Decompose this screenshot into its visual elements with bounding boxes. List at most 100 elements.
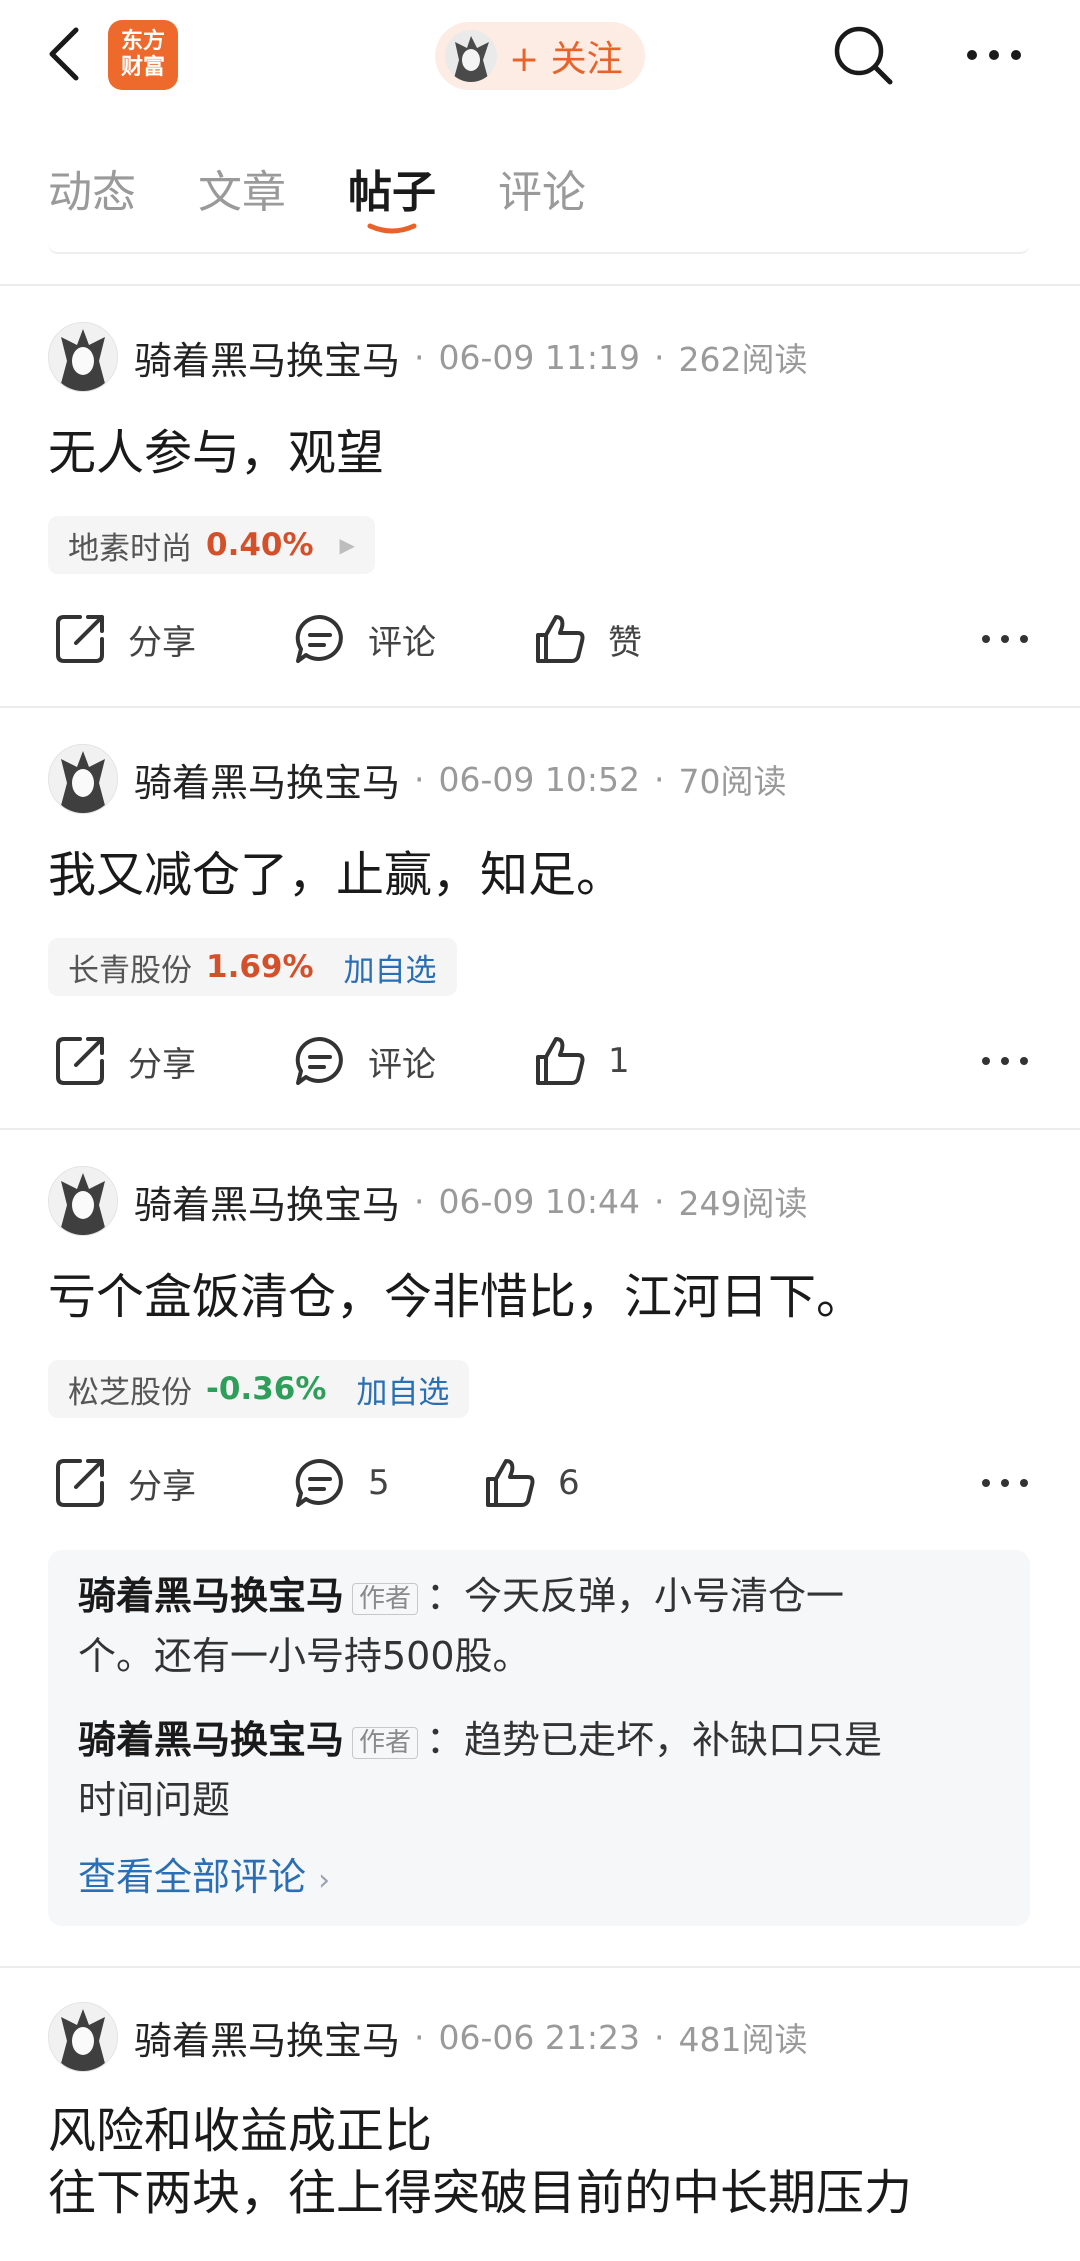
post-content[interactable]: 我又减仓了，止赢，知足。: [48, 844, 624, 906]
post-content-line1[interactable]: 风险和收益成正比: [48, 2100, 432, 2162]
share-label: 分享: [128, 1466, 196, 1507]
comment-text-line2: 时间问题: [78, 1778, 231, 1822]
meta-dot: ·: [414, 759, 425, 799]
comment-item[interactable]: 骑着黑马换宝马 作者 ：今天反弹，小号清仓一 个。还有一小号持500股。: [78, 1566, 998, 1686]
action-bar: 分享 评论 1: [0, 1026, 1080, 1096]
stock-tag[interactable]: 地素时尚 0.40% ▶: [48, 516, 375, 574]
share-button[interactable]: 分享: [52, 1026, 196, 1096]
avatar[interactable]: [48, 322, 118, 392]
post-time: 06-09 10:52: [438, 759, 640, 799]
like-button[interactable]: 6: [482, 1448, 580, 1518]
author-name[interactable]: 骑着黑马换宝马: [134, 752, 400, 807]
search-icon[interactable]: [830, 22, 896, 88]
comment-item[interactable]: 骑着黑马换宝马 作者 ：趋势已走坏，补缺口只是 时间问题: [78, 1710, 998, 1830]
read-count: 70阅读: [678, 762, 787, 801]
author-row: 骑着黑马换宝马 · 06-09 10:44 · 249阅读: [48, 1164, 808, 1238]
avatar[interactable]: [48, 744, 118, 814]
tab-dynamic[interactable]: 动态: [48, 156, 136, 220]
author-name[interactable]: 骑着黑马换宝马: [134, 330, 400, 385]
like-label: 赞: [608, 622, 642, 663]
avatar[interactable]: [48, 2002, 118, 2072]
share-icon: [56, 615, 104, 663]
card-edge: [48, 238, 1030, 254]
share-label: 分享: [128, 622, 196, 663]
share-icon: [56, 1037, 104, 1085]
tab-posts[interactable]: 帖子: [348, 156, 436, 220]
meta-dot: ·: [654, 2017, 665, 2057]
thumbs-up-icon: [536, 615, 585, 663]
divider: [0, 1966, 1080, 1968]
share-icon: [56, 1459, 104, 1507]
comment-icon: [295, 614, 343, 663]
view-all-comments-link[interactable]: 查看全部评论 ›: [78, 1846, 330, 1901]
stock-change: -0.36%: [206, 1371, 327, 1407]
post-content-line2[interactable]: 往下两块，往上得突破目前的中长期压力: [48, 2162, 912, 2224]
add-watchlist-button[interactable]: 加自选: [356, 1367, 449, 1412]
like-count: 6: [558, 1463, 580, 1503]
more-icon[interactable]: [980, 624, 1030, 654]
stock-tag[interactable]: 长青股份 1.69% 加自选: [48, 938, 457, 996]
comment-label: 评论: [368, 622, 436, 663]
meta-dot: ·: [654, 1181, 665, 1221]
post-card[interactable]: 骑着黑马换宝马 · 06-06 21:23 · 481阅读 风险和收益成正比 往…: [0, 2000, 1080, 2261]
share-button[interactable]: 分享: [52, 1448, 196, 1518]
back-arrow-icon[interactable]: [40, 22, 90, 86]
post-time: 06-06 21:23: [438, 2017, 640, 2057]
tab-articles[interactable]: 文章: [198, 156, 286, 220]
follow-button[interactable]: + 关注: [435, 22, 645, 90]
meta-dot: ·: [414, 1181, 425, 1221]
meta-dot: ·: [654, 337, 665, 377]
thumbs-up-icon: [536, 1037, 585, 1085]
view-all-label: 查看全部评论: [78, 1855, 307, 1899]
divider: [0, 706, 1080, 708]
divider: [0, 1128, 1080, 1130]
stock-change: 0.40%: [206, 527, 314, 563]
more-icon[interactable]: [962, 30, 1026, 80]
share-label: 分享: [128, 1044, 196, 1085]
comment-text-line1: 今天反弹，小号清仓一: [464, 1574, 845, 1618]
comment-button[interactable]: 评论: [292, 604, 436, 674]
post-card[interactable]: 骑着黑马换宝马 · 06-09 10:44 · 249阅读 亏个盒饭清仓，今非惜…: [0, 1164, 1080, 1964]
more-icon[interactable]: [980, 1046, 1030, 1076]
comment-icon: [295, 1458, 343, 1507]
more-icon[interactable]: [980, 1468, 1030, 1498]
commenter-name[interactable]: 骑着黑马换宝马: [78, 1718, 344, 1762]
meta-dot: ·: [654, 759, 665, 799]
logo-text-1: 东方: [120, 29, 165, 54]
share-button[interactable]: 分享: [52, 604, 196, 674]
author-name[interactable]: 骑着黑马换宝马: [134, 2010, 400, 2065]
play-arrow-icon: ▶: [339, 533, 355, 557]
like-button[interactable]: 赞: [532, 604, 642, 674]
post-content[interactable]: 无人参与，观望: [48, 422, 384, 484]
comment-label: 评论: [368, 1044, 436, 1085]
comment-preview-box[interactable]: 骑着黑马换宝马 作者 ：今天反弹，小号清仓一 个。还有一小号持500股。 骑着黑马换宝…: [48, 1550, 1030, 1926]
stock-tag[interactable]: 松芝股份 -0.36% 加自选: [48, 1360, 470, 1418]
top-bar: 东方 财富 + 关注: [0, 0, 1080, 110]
avatar[interactable]: [48, 1166, 118, 1236]
stock-name: 松芝股份: [68, 1374, 192, 1411]
like-button[interactable]: 1: [532, 1026, 630, 1096]
comment-count: 5: [368, 1463, 390, 1503]
post-content[interactable]: 亏个盒饭清仓，今非惜比，江河日下。: [48, 1266, 864, 1328]
tab-comments[interactable]: 评论: [498, 156, 586, 220]
action-bar: 分享 5 6: [0, 1448, 1080, 1518]
meta-dot: ·: [414, 2017, 425, 2057]
action-bar: 分享 评论 赞: [0, 604, 1080, 674]
post-card[interactable]: 骑着黑马换宝马 · 06-09 11:19 · 262阅读 无人参与，观望 地素…: [0, 320, 1080, 710]
app-logo[interactable]: 东方 财富: [108, 20, 178, 90]
author-badge: 作者: [352, 1726, 419, 1759]
add-watchlist-button[interactable]: 加自选: [344, 945, 437, 990]
read-count: 262阅读: [678, 340, 808, 379]
follow-label: + 关注: [509, 39, 623, 80]
author-row: 骑着黑马换宝马 · 06-09 11:19 · 262阅读: [48, 320, 808, 394]
avatar: [445, 30, 497, 82]
post-time: 06-09 11:19: [438, 337, 640, 377]
commenter-name[interactable]: 骑着黑马换宝马: [78, 1574, 344, 1618]
author-name[interactable]: 骑着黑马换宝马: [134, 1174, 400, 1229]
post-time: 06-09 10:44: [438, 1181, 640, 1221]
post-card[interactable]: 骑着黑马换宝马 · 06-09 10:52 · 70阅读 我又减仓了，止赢，知足…: [0, 742, 1080, 1132]
active-tab-indicator: [367, 223, 417, 234]
colon: ：: [426, 1718, 465, 1762]
comment-button[interactable]: 评论: [292, 1026, 436, 1096]
comment-button[interactable]: 5: [292, 1448, 390, 1518]
